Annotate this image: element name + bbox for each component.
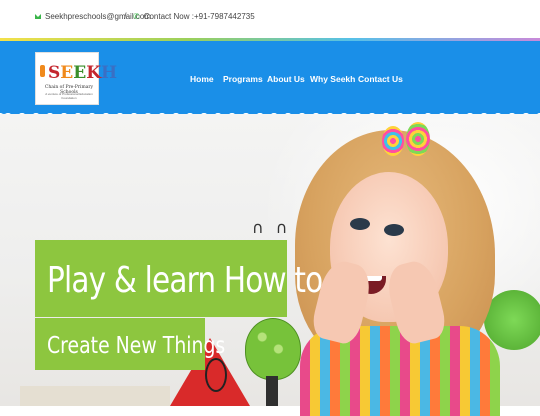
phone-text[interactable]: Contact Now :+91-7987442735 <box>144 12 255 21</box>
logo-letter: E <box>73 63 87 83</box>
hero-girl-eye <box>384 224 404 236</box>
nav-programs[interactable]: Programs <box>223 74 263 84</box>
nav-why-seekh[interactable]: Why Seekh <box>310 74 355 84</box>
logo-brand: SEEKH <box>42 63 117 83</box>
toy-tree-trunk <box>266 376 278 406</box>
logo-tagline: A venture of Professional Education Foun… <box>45 92 93 100</box>
phone-contact[interactable]: ✆ Contact Now :+91-7987442735 <box>133 12 255 21</box>
toy-ring-decoration <box>205 358 227 392</box>
contact-separator: / <box>124 11 127 21</box>
bow-wing <box>382 126 404 156</box>
hero-headline-line2: Create New Things <box>47 333 226 359</box>
envelope-icon <box>35 14 41 19</box>
hero-headline-line1: Play & learn How to <box>47 260 323 301</box>
hero-headline-banner: Play & learn How to <box>35 240 323 317</box>
site-logo[interactable]: SEEKH Chain of Pre-Primary Schools A ven… <box>35 52 117 105</box>
hero-doodle-decoration: ∩∩ <box>252 218 300 237</box>
nav-home[interactable]: Home <box>190 74 214 84</box>
hero-girl-hair-bow <box>382 122 430 162</box>
phone-icon: ✆ <box>133 12 140 21</box>
top-contact-bar: Seekhpreschools@gmail.com / ✆ Contact No… <box>0 0 540 38</box>
logo-letter: H <box>101 63 118 83</box>
nav-about-us[interactable]: About Us <box>267 74 305 84</box>
logo-letter: S <box>48 63 61 83</box>
hero-girl-eye <box>350 218 370 230</box>
hero-subheadline-banner: Create New Things <box>35 318 225 370</box>
bow-wing <box>406 122 430 156</box>
logo-letter: E <box>60 63 74 83</box>
toy-green-tree <box>245 318 301 380</box>
toy-green-bush <box>484 290 540 350</box>
nav-contact-us[interactable]: Contact Us <box>358 74 403 84</box>
logo-letter: K <box>86 63 101 83</box>
hero-table-decoration <box>20 386 170 406</box>
